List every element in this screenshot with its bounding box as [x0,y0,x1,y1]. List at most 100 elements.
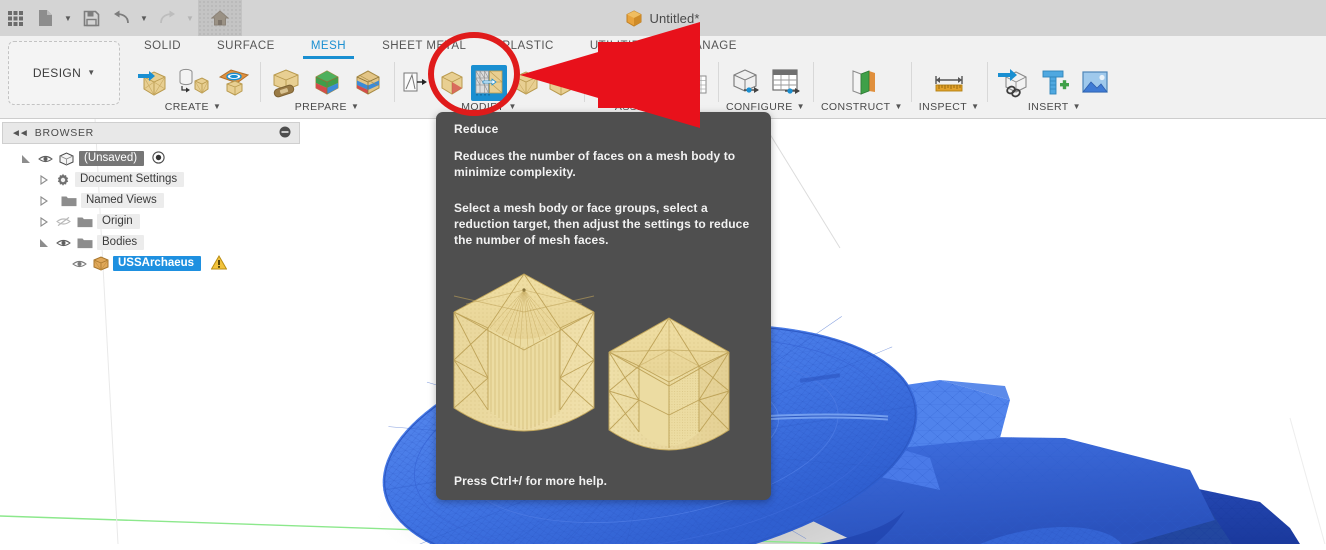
mesh-body-icon [92,256,109,271]
chevron-down-icon[interactable]: ▼ [508,103,516,111]
undo-button[interactable] [106,2,136,34]
panel-insert-label: INSERT ▼ [1028,101,1081,113]
ribbon: DESIGN ▼ SOLID SURFACE MESH SHEET METAL … [0,36,1326,119]
chevron-down-icon: ▼ [87,68,96,77]
chevron-down-icon[interactable]: ▼ [797,103,805,111]
tab-surface[interactable]: SURFACE [199,36,293,56]
save-button[interactable] [76,2,106,34]
smooth-merge-button[interactable] [546,66,576,100]
configure-design-button[interactable] [727,64,763,100]
collapsed-triangle-icon[interactable] [38,195,50,207]
tree-node-named-views[interactable]: Named Views [2,190,300,211]
reduce-button[interactable] [472,66,506,100]
colored-facegroups-icon [315,70,339,95]
measure-button[interactable] [931,64,967,100]
insert-mcmaster-button[interactable] [1036,64,1072,100]
canvas-image-icon [1082,71,1109,93]
chevron-down-icon[interactable]: ▼ [351,103,359,111]
grid-icon [7,10,23,26]
expand-triangle-icon[interactable] [20,153,32,165]
activate-component-radio[interactable] [152,150,165,167]
visibility-eye-icon[interactable] [54,236,72,250]
panel-label-text: PREPARE [294,101,347,113]
visibility-eye-off-icon[interactable] [54,215,72,229]
double-chevron-left-icon[interactable]: ◄◄ [11,128,29,139]
app-grid-button[interactable] [0,2,30,34]
home-button[interactable] [198,0,242,36]
collapsed-triangle-icon[interactable] [38,216,50,228]
panel-assemble: ASSEMBLE ▼ [584,58,718,116]
new-document-button[interactable] [30,2,60,34]
folder-icon [76,235,93,250]
new-document-caret[interactable]: ▼ [60,2,76,34]
configure-cube-icon [733,69,759,93]
tree-node-unsaved[interactable]: (Unsaved) [2,148,300,169]
workspace-label: DESIGN [32,66,82,80]
workspace-switcher[interactable]: DESIGN ▼ [8,41,120,105]
chevron-down-icon[interactable]: ▼ [213,103,221,111]
tree-node-label: (Unsaved) [79,151,145,166]
collapsed-triangle-icon[interactable] [38,174,50,186]
insert-derive-button[interactable] [995,64,1031,100]
panel-construct-label: CONSTRUCT ▼ [821,101,903,113]
redo-caret[interactable]: ▼ [182,2,198,34]
generate-face-groups-button[interactable] [309,64,345,100]
tab-label: SOLID [144,40,182,52]
panel-insert: INSERT ▼ [987,58,1121,116]
tree-node-ussarchaeus[interactable]: USSArchaeus [2,253,300,274]
undo-caret[interactable]: ▼ [136,2,152,34]
joint-button[interactable] [633,64,669,100]
bill-of-materials-button[interactable] [674,64,710,100]
ribbon-tabs: SOLID SURFACE MESH SHEET METAL PLASTIC U… [126,36,755,59]
insert-canvas-button[interactable] [1077,64,1113,100]
chevron-down-icon[interactable]: ▼ [894,103,902,111]
tooltip-description-2: Select a mesh body or face groups, selec… [454,201,750,247]
tooltip-title: Reduce [454,122,499,136]
tab-plastic[interactable]: PLASTIC [484,36,571,56]
mesh-box-icon [441,71,463,95]
repair-button[interactable] [268,64,304,100]
tree-node-bodies[interactable]: Bodies [2,232,300,253]
grid-line-diagonal [759,118,841,249]
warning-triangle-icon[interactable] [210,254,228,273]
browser-title: BROWSER [34,127,94,139]
visibility-eye-icon[interactable] [70,257,88,271]
create-mesh-button[interactable] [134,64,170,100]
tab-label: MANAGE [684,40,737,52]
tab-sheet-metal[interactable]: SHEET METAL [364,36,484,56]
browser-panel: ◄◄ BROWSER (Unsaved) Document Settings N… [2,122,300,274]
tree-node-origin[interactable]: Origin [2,211,300,232]
expand-triangle-icon[interactable] [38,237,50,249]
plane-cut-icon [403,72,427,92]
redo-arrow-icon [159,10,175,23]
panel-create-label: CREATE ▼ [165,101,222,113]
redo-button[interactable] [152,2,182,34]
browser-header: ◄◄ BROWSER [2,122,300,144]
plane-cut-button[interactable] [402,66,432,100]
remesh-button[interactable] [511,66,541,100]
tab-label: UTILITIES [589,40,649,52]
create-mesh-section-button[interactable] [216,64,252,100]
chevron-down-icon[interactable]: ▼ [1073,103,1081,111]
tab-utilities[interactable]: UTILITIES [572,36,666,56]
configuration-table-button[interactable] [768,64,804,100]
tab-solid[interactable]: SOLID [126,36,199,56]
edit-face-groups-button[interactable] [350,64,386,100]
mesh-box-modify-button[interactable] [437,66,467,100]
tab-mesh[interactable]: MESH [293,36,364,59]
chevron-down-icon[interactable]: ▼ [679,103,687,111]
chevron-down-icon[interactable]: ▼ [971,103,979,111]
minus-circle-icon[interactable] [279,126,291,141]
panel-label-text: CONSTRUCT [820,101,891,113]
create-mesh-from-body-button[interactable] [175,64,211,100]
undo-arrow-icon [113,10,129,23]
offset-plane-button[interactable] [844,64,880,100]
panel-label-text: INSPECT [918,101,968,113]
tree-node-label: USSArchaeus [113,256,202,271]
tree-node-document-settings[interactable]: Document Settings [2,169,300,190]
tree-node-label: Document Settings [75,172,185,187]
visibility-eye-icon[interactable] [36,152,54,166]
tab-manage[interactable]: MANAGE [666,36,755,56]
new-component-button[interactable] [592,64,628,100]
panel-modify: MODIFY ▼ [394,58,584,116]
